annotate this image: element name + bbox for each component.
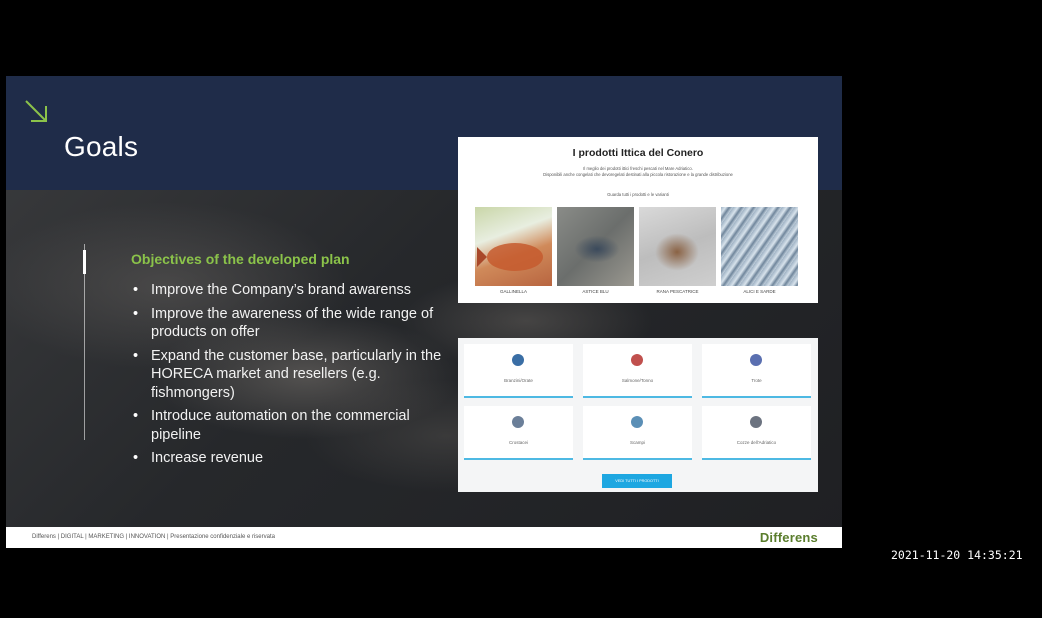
slide-title: Goals (64, 131, 139, 162)
category-label: Salmone/Tonno (621, 378, 654, 383)
products-screenshot: I prodotti Ittica del Conero Il meglio d… (458, 137, 818, 303)
product-label: ALICI E SARDE (743, 289, 776, 294)
presentation-slide: Goals Objectives of the developed plan I… (6, 76, 842, 548)
footer-text: Differens | DIGITAL | MARKETING | INNOVA… (32, 534, 275, 540)
category-card[interactable]: Cozze dell'Adriatico (702, 406, 811, 460)
products-link[interactable]: Guarda tutti i prodotti e le varianti (458, 192, 818, 197)
fish-icon (631, 354, 643, 366)
list-item: Improve the Company’s brand awarenss (127, 281, 447, 300)
category-label: Branzini/Orate (504, 378, 533, 383)
category-label: Crostacei (508, 440, 528, 445)
category-label: Trote (751, 378, 762, 383)
category-card[interactable]: Trote (702, 344, 811, 398)
category-label: Scampi (629, 440, 645, 445)
objectives-list: Improve the Company’s brand awarenss Imp… (127, 281, 447, 473)
fish-icon (512, 354, 524, 366)
astice-blu-image[interactable] (557, 207, 634, 286)
category-label: Cozze dell'Adriatico (736, 440, 777, 445)
gallinella-image[interactable] (475, 207, 552, 286)
products-subtitle: Il meglio dei prodotti ittici freschi pe… (543, 166, 733, 177)
list-item: Introduce automation on the commercial p… (127, 407, 447, 444)
category-card[interactable]: Crostacei (464, 406, 573, 460)
categories-screenshot: Branzini/Orate Salmone/Tonno Trote Crost… (458, 338, 818, 492)
list-item: Improve the awareness of the wide range … (127, 305, 447, 342)
divider-marker (83, 250, 86, 274)
product-label: RANA PESCATRICE (656, 289, 699, 294)
recording-timestamp: 2021-11-20 14:35:21 (891, 548, 1023, 562)
product-label: ASTICE BLU (582, 289, 609, 294)
arrow-down-right-icon (25, 100, 47, 122)
category-card[interactable]: Scampi (583, 406, 692, 460)
list-item: Increase revenue (127, 449, 447, 468)
differens-logo: Differens (759, 530, 818, 545)
category-card[interactable]: Salmone/Tonno (583, 344, 692, 398)
alici-sarde-image[interactable] (721, 207, 798, 286)
products-title: I prodotti Ittica del Conero (572, 147, 704, 159)
shrimp-icon (631, 416, 643, 428)
slide-footer: Differens | DIGITAL | MARKETING | INNOVA… (6, 527, 842, 548)
fish-icon (750, 354, 762, 366)
mussel-icon (750, 416, 762, 428)
list-item: Expand the customer base, particularly i… (127, 347, 447, 403)
shrimp-icon (512, 416, 524, 428)
fish-icon (477, 243, 543, 271)
category-card[interactable]: Branzini/Orate (464, 344, 573, 398)
view-all-products-button[interactable]: VEDI TUTTI I PRODOTTI (602, 474, 672, 488)
objectives-heading: Objectives of the developed plan (131, 251, 350, 267)
product-label: GALLINELLA (499, 289, 527, 294)
rana-pescatrice-image[interactable] (639, 207, 716, 286)
